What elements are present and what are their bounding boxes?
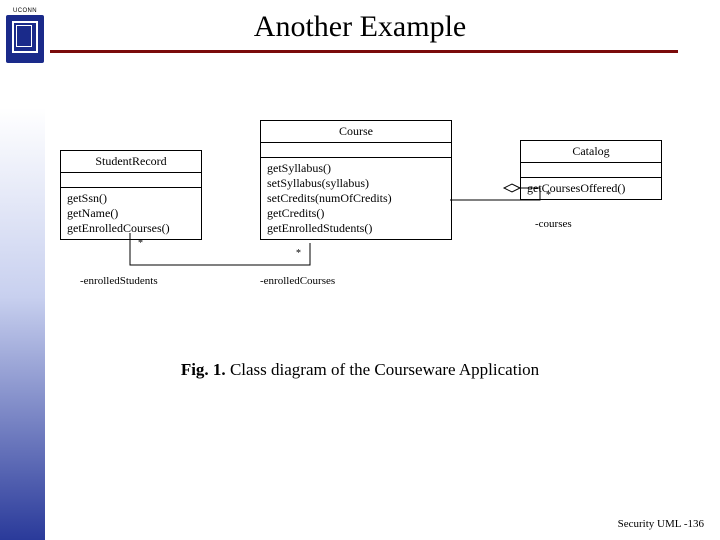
class-student-record: StudentRecord getSsn() getName() getEnro… <box>60 150 202 240</box>
side-gradient <box>0 0 45 540</box>
class-catalog: Catalog getCoursesOffered() <box>520 140 662 200</box>
figure-number: Fig. 1. <box>181 360 226 379</box>
op: getEnrolledStudents() <box>267 221 445 236</box>
slide-footer: Security UML -136 <box>618 518 704 530</box>
role-courses: -courses <box>535 218 572 230</box>
class-name: Catalog <box>521 141 661 163</box>
title-rule <box>50 50 678 53</box>
op: setSyllabus(syllabus) <box>267 176 445 191</box>
class-name: StudentRecord <box>61 151 201 173</box>
class-ops: getSsn() getName() getEnrolledCourses() <box>61 188 201 239</box>
figure-text: Class diagram of the Courseware Applicat… <box>230 360 539 379</box>
class-attrs-empty <box>521 163 661 178</box>
op: setCredits(numOfCredits) <box>267 191 445 206</box>
class-name: Course <box>261 121 451 143</box>
op: getCredits() <box>267 206 445 221</box>
multiplicity-right: * <box>296 248 301 259</box>
class-ops: getCoursesOffered() <box>521 178 661 199</box>
page-title: Another Example <box>0 10 720 44</box>
class-attrs-empty <box>261 143 451 158</box>
multiplicity-courses: * <box>546 190 551 201</box>
multiplicity-left: * <box>138 238 143 249</box>
role-enrolled-students: -enrolledStudents <box>80 275 158 287</box>
op: getName() <box>67 206 195 221</box>
op: getSsn() <box>67 191 195 206</box>
uml-diagram: StudentRecord getSsn() getName() getEnro… <box>60 120 680 400</box>
class-course: Course getSyllabus() setSyllabus(syllabu… <box>260 120 452 240</box>
op: getSyllabus() <box>267 161 445 176</box>
class-ops: getSyllabus() setSyllabus(syllabus) setC… <box>261 158 451 239</box>
role-enrolled-courses: -enrolledCourses <box>260 275 335 287</box>
slide: UCONN Another Example StudentRecord getS… <box>0 0 720 540</box>
figure-caption: Fig. 1. Class diagram of the Courseware … <box>0 360 720 380</box>
class-attrs-empty <box>61 173 201 188</box>
op: getEnrolledCourses() <box>67 221 195 236</box>
